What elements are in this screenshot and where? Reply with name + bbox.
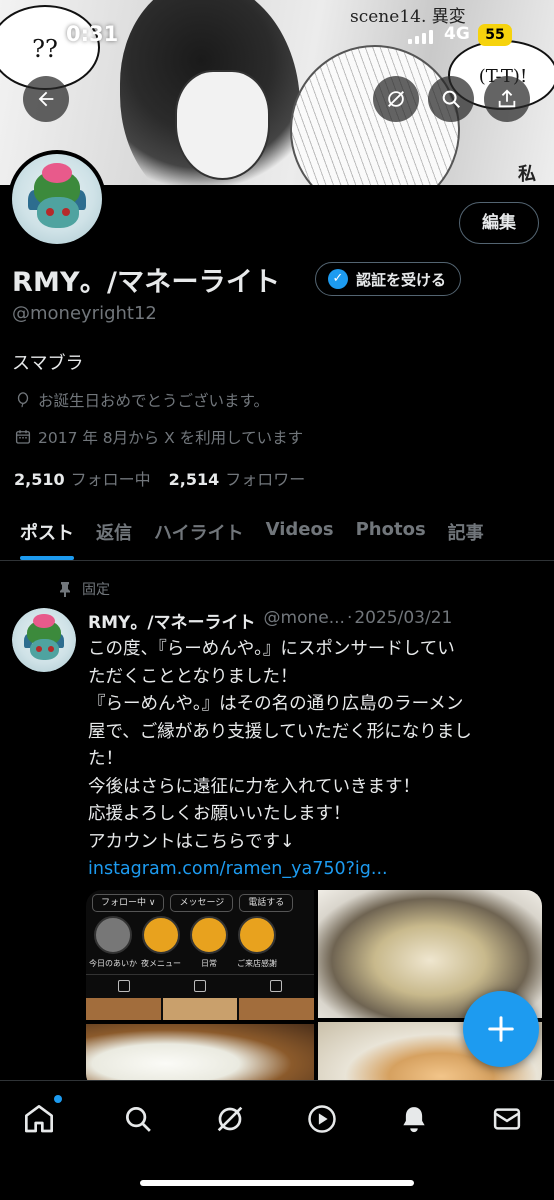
media-highlight-label: ご来店感謝 <box>237 959 277 968</box>
profile-tabs: ポスト 返信 ハイライト Videos Photos 記事 <box>0 505 554 561</box>
media-image-instagram-screenshot[interactable]: フォロー中 ∨ メッセージ 電話する 今日のあいか 夜メニュー 日常 ご来店感謝 <box>86 890 315 1020</box>
media-highlight-label: 夜メニュー <box>141 959 181 968</box>
grok-nav-icon <box>217 1106 243 1132</box>
bell-icon <box>403 1107 425 1133</box>
post-line: この度、『らーめんや。』にスポンサードしてい <box>88 639 455 659</box>
media-message-pill: メッセージ <box>170 894 234 912</box>
media-highlight-label: 今日のあいか <box>89 959 137 968</box>
share-icon <box>498 89 516 108</box>
banner-side-text: 私 <box>518 164 536 185</box>
profile-handle: @moneyright12 <box>12 303 157 324</box>
post-line: 今後はさらに遠征に力を入れていきます！ <box>88 776 420 797</box>
edit-profile-button[interactable]: 編集 <box>459 202 539 244</box>
search-button[interactable] <box>428 76 474 122</box>
joined-row: 2017 年 8月から X を利用しています <box>14 426 303 448</box>
status-time: 0:31 <box>66 22 119 46</box>
post-line: た！ <box>88 749 123 769</box>
post-line: 屋で、ご縁があり支援していただく形になりまし <box>88 721 472 742</box>
get-verified-label: 認証を受ける <box>356 270 447 289</box>
post-separator: · <box>346 608 353 628</box>
nav-home[interactable] <box>19 1099 59 1139</box>
media-highlight-label: 日常 <box>201 959 217 968</box>
nav-grok[interactable] <box>210 1099 250 1139</box>
post-date[interactable]: 2025/03/21 <box>354 608 452 633</box>
signal-icon <box>408 28 433 44</box>
tab-photos[interactable]: Photos <box>356 505 426 560</box>
tab-highlights[interactable]: ハイライト <box>154 505 244 560</box>
profile-name: RMY。/マネーライト <box>12 267 281 298</box>
explore-icon <box>126 1107 151 1132</box>
banner-art-face <box>175 70 270 180</box>
status-bar: 0:31 4G 55 <box>0 22 554 52</box>
tab-replies[interactable]: 返信 <box>96 505 132 560</box>
mail-icon <box>493 1108 521 1130</box>
post-text[interactable]: この度、『らーめんや。』にスポンサードしてい ただくこととなりました！ 『らーめ… <box>88 636 543 884</box>
balloon-icon <box>17 392 29 408</box>
compose-post-button[interactable] <box>463 991 539 1067</box>
follow-stats: 2,510 フォロー中 2,514 フォロワー <box>14 466 305 490</box>
share-button[interactable] <box>484 76 530 122</box>
pinned-indicator: 固定 <box>58 579 110 599</box>
media-following-pill: フォロー中 ∨ <box>92 894 165 912</box>
post-line: 応援よろしくお願いいたします！ <box>88 804 351 824</box>
tab-videos[interactable]: Videos <box>266 505 334 560</box>
back-button[interactable] <box>23 76 69 122</box>
battery-indicator: 55 <box>478 24 512 46</box>
profile-bio: スマブラ <box>12 353 84 374</box>
tab-articles[interactable]: 記事 <box>448 505 484 560</box>
post-header: RMY。/マネーライト @mone... · 2025/03/21 <box>88 608 548 633</box>
nav-notifications[interactable] <box>394 1099 434 1139</box>
post-line: アカウントはこちらです↓ <box>88 831 295 852</box>
plus-icon <box>488 1016 514 1042</box>
back-arrow-icon <box>38 91 54 107</box>
get-verified-button[interactable]: ✓ 認証を受ける <box>315 262 462 296</box>
following-link[interactable]: 2,510 フォロー中 <box>14 466 151 490</box>
media-call-pill: 電話する <box>239 894 294 912</box>
birthday-text: お誕生日おめでとうございます。 <box>38 392 269 410</box>
home-icon <box>25 1105 53 1133</box>
pinned-label: 固定 <box>82 582 110 598</box>
home-notification-dot <box>54 1095 62 1103</box>
post-line: ただくこととなりました！ <box>88 666 298 687</box>
birthday-row: お誕生日おめでとうございます。 <box>14 389 269 411</box>
network-type: 4G <box>444 24 470 44</box>
nav-messages[interactable] <box>487 1099 527 1139</box>
following-label: フォロー中 <box>70 470 151 489</box>
tab-posts[interactable]: ポスト <box>20 505 74 560</box>
verified-badge-icon: ✓ <box>328 269 348 289</box>
post-link[interactable]: instagram.com/ramen_ya750?ig... <box>88 856 543 884</box>
followers-label: フォロワー <box>225 470 306 489</box>
post-author-name[interactable]: RMY。/マネーライト <box>88 608 256 633</box>
search-icon <box>442 90 460 108</box>
nav-videos[interactable] <box>302 1099 342 1139</box>
home-indicator <box>140 1180 414 1186</box>
following-count: 2,510 <box>14 470 65 489</box>
grok-icon <box>388 91 404 107</box>
post-media-grid: フォロー中 ∨ メッセージ 電話する 今日のあいか 夜メニュー 日常 ご来店感謝 <box>86 890 542 1090</box>
followers-count: 2,514 <box>168 470 220 489</box>
pin-icon <box>60 582 70 597</box>
joined-text: 2017 年 8月から X を利用しています <box>38 429 304 447</box>
calendar-icon <box>15 430 31 444</box>
video-icon <box>308 1105 336 1133</box>
profile-avatar[interactable] <box>8 150 106 248</box>
nav-explore[interactable] <box>118 1099 158 1139</box>
post-line: 『らーめんや。』はその名の通り広島のラーメン <box>88 694 464 714</box>
post-author-avatar[interactable] <box>12 608 76 672</box>
followers-link[interactable]: 2,514 フォロワー <box>169 466 306 490</box>
post-author-handle[interactable]: @mone... <box>264 608 345 633</box>
grok-button[interactable] <box>373 76 419 122</box>
